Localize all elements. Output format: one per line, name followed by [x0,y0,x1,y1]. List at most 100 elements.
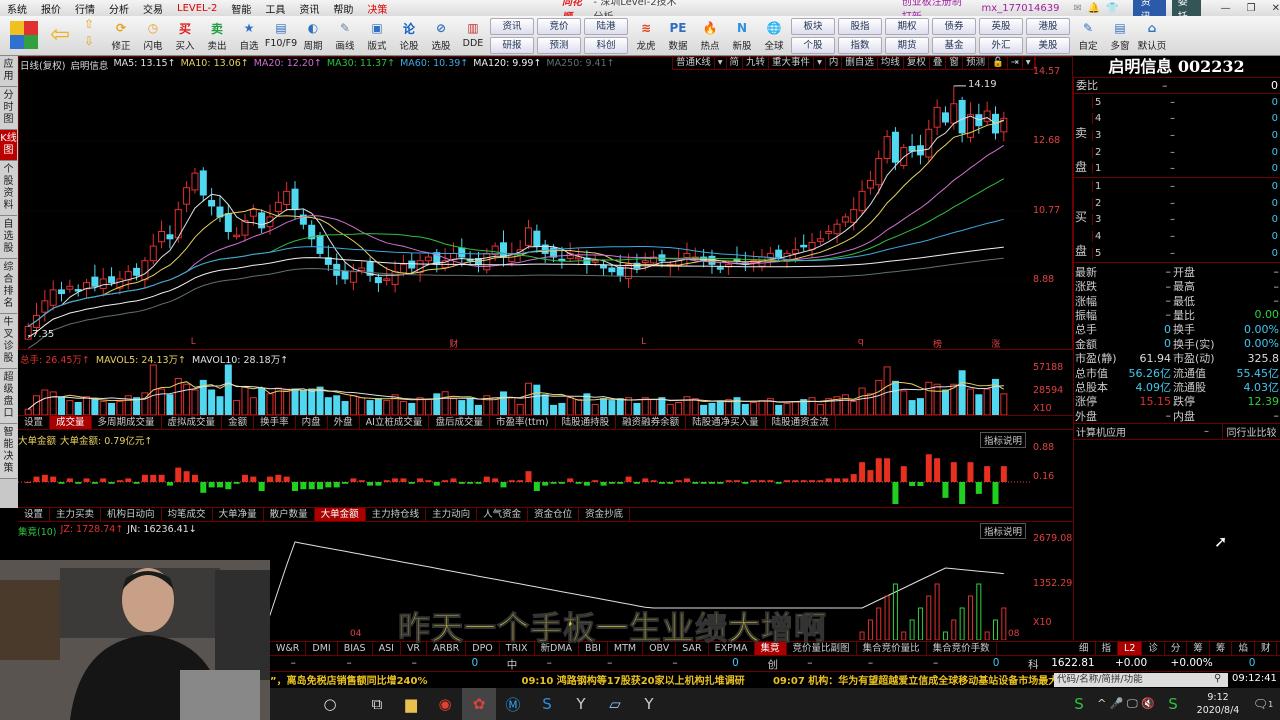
toolbar-button-tool8[interactable]: ▣ 版式 [362,16,392,52]
tab-3[interactable]: 均笔成交 [162,508,213,521]
chrome-icon[interactable]: ◉ [428,688,462,720]
task-view-icon[interactable]: ⧉ [360,688,394,720]
left-tab-0[interactable]: 应用 [0,56,17,87]
tab-9[interactable]: 人气资金 [477,508,529,521]
tab-7[interactable]: 外盘 [328,416,360,429]
menu-item-8[interactable]: 资讯 [292,1,326,16]
menu-item-6[interactable]: 智能 [224,1,258,16]
tab-3[interactable]: 诊 [1142,642,1165,655]
ticker-item[interactable]: 09:07 机构：华为有望超越爱立信成全球移动基站设备市场最大 [773,676,1058,687]
tab-4[interactable]: 金额 [222,416,255,429]
event-marker[interactable]: 涨 [991,337,1000,350]
notification-icon[interactable]: 🗨 1 [1246,688,1280,720]
tab-17[interactable]: 集合竞价手数 [927,642,997,655]
toolbar-button-tool0[interactable]: ⟳ 修正 [106,16,136,52]
tab-2[interactable]: L2 [1118,642,1143,655]
toolbar-link-button[interactable]: 港股 [1026,18,1070,35]
tab-6[interactable]: 筹 [1210,642,1233,655]
start-menu-icon[interactable] [10,21,38,49]
event-marker[interactable]: q [858,337,864,347]
toolbar-link-button[interactable]: 板块 [791,18,835,35]
industry-compare-button[interactable]: 同行业比较 [1222,423,1280,439]
toolbar-button-tool2-3[interactable]: N 新股 [727,16,757,52]
tab-2[interactable]: 机构日动向 [101,508,162,521]
toolbar-button-tool2-1[interactable]: PE 数据 [663,16,693,52]
close-button[interactable]: ✕ [1272,3,1280,14]
minimize-button[interactable]: — [1221,3,1231,14]
left-tab-8[interactable]: 智能决策 [0,424,17,479]
tab-1[interactable]: 成交量 [50,416,92,429]
toolbar-link-button[interactable]: 股指 [838,18,882,35]
down-arrow-icon[interactable]: ⇩ [84,33,102,50]
tab-7[interactable]: 焰 [1232,642,1255,655]
tab-5[interactable]: 换手率 [254,416,296,429]
restore-button[interactable]: ❐ [1247,3,1256,14]
tab-8[interactable]: 主力动向 [426,508,478,521]
toolbar-link-button[interactable]: 研报 [490,37,534,54]
toolbar-link-button[interactable]: 基金 [932,37,976,54]
left-tab-6[interactable]: 牛叉诊股 [0,314,17,369]
event-marker[interactable]: L [641,337,646,347]
toolbar-button-tool5[interactable]: ▤ F10/F9 [265,16,297,49]
toolbar-button-tool2[interactable]: 买买入 [170,16,200,53]
up-arrow-icon[interactable]: ⇧ [84,16,102,33]
bell-icon[interactable]: 🔔 [1088,3,1100,14]
event-marker[interactable]: 榜 [933,337,942,350]
tab-5[interactable]: 散户数量 [264,508,315,521]
volume-chart[interactable] [18,362,1030,415]
tab-8[interactable]: 财 [1255,642,1278,655]
tab-8[interactable]: AI立桩成交量 [360,416,430,429]
left-tab-2[interactable]: K线图 [0,130,17,161]
menu-item-7[interactable]: 工具 [258,1,292,16]
toolbar-link-button[interactable]: 期货 [885,37,929,54]
menu-item-5[interactable]: LEVEL-2 [170,3,224,14]
tray-icons[interactable]: ^ 🎤 🖵 🔇 [1096,688,1156,720]
toolbar-button-tool3-2[interactable]: ⌂ 默认页 [1137,16,1167,52]
toolbar-button-tool2-2[interactable]: 🔥 热点 [695,16,725,52]
left-tab-7[interactable]: 超级盘口 [0,369,17,424]
menu-item-4[interactable]: 交易 [136,1,170,16]
tab-6[interactable]: 内盘 [296,416,328,429]
toolbar-button-tool2-0[interactable]: ≋ 龙虎 [631,16,661,52]
tab-0[interactable]: W&R [270,642,307,655]
menu-item-1[interactable]: 报价 [34,1,68,16]
app-y2-icon[interactable]: Y [632,688,666,720]
menu-item-9[interactable]: 帮助 [326,1,360,16]
ticker-item[interactable]: 09:10 鸿路钢构等17股获20家以上机构扎堆调研 [521,672,769,687]
toolbar-button-tool7[interactable]: ✎ 画线 [330,16,360,52]
back-arrow-icon[interactable]: ⇦ [50,20,78,48]
tab-13[interactable]: 陆股通净买入量 [686,416,766,429]
tray-clock[interactable]: 9:12 2020/8/4 [1190,691,1246,717]
industry-name[interactable]: 计算机应用 [1074,424,1204,439]
tab-3[interactable]: ASI [373,642,401,655]
tab-9[interactable]: 盘后成交量 [429,416,490,429]
toolbar-link-button[interactable]: 指数 [838,37,882,54]
left-tab-5[interactable]: 综合排名 [0,259,17,314]
event-marker[interactable]: L [191,337,196,347]
toolbar-link-button[interactable]: 竞价 [537,18,581,35]
tab-11[interactable]: 资金抄底 [579,508,631,521]
left-tab-4[interactable]: 自选股 [0,216,17,259]
tab-12[interactable]: 融资融券余额 [616,416,687,429]
toolbar-button-tool3-0[interactable]: ✎ 自定 [1073,16,1103,52]
menu-item-3[interactable]: 分析 [102,1,136,16]
tab-0[interactable]: 设置 [18,416,51,429]
tab-4[interactable]: 大单净量 [213,508,264,521]
toolbar-button-tool1[interactable]: ◷ 闪电 [138,16,168,52]
tab-2[interactable]: 多周期成交量 [92,416,162,429]
toolbar-button-tool6[interactable]: ◐ 周期 [298,16,328,52]
app-s-icon[interactable]: S [530,688,564,720]
tab-0[interactable]: 设置 [18,508,51,521]
toolbar-link-button[interactable]: 美股 [1026,37,1070,54]
ticker-item[interactable]: ”，离岛免税店销售额同比增240% [270,672,518,687]
up-down-arrows[interactable]: ⇧ ⇩ [84,16,102,50]
toolbar-button-tool10[interactable]: ⊘ 选股 [426,16,456,52]
tonghuashun-icon[interactable]: ✿ [462,688,496,720]
toolbar-link-button[interactable]: 外汇 [979,37,1023,54]
toolbar-link-button[interactable]: 个股 [791,37,835,54]
menu-item-0[interactable]: 系统 [0,1,34,16]
tab-11[interactable]: 陆股通持股 [556,416,617,429]
toolbar-link-button[interactable]: 英股 [979,18,1023,35]
tab-6[interactable]: 大单金额 [314,508,366,521]
tab-0[interactable]: 细 [1073,642,1096,655]
